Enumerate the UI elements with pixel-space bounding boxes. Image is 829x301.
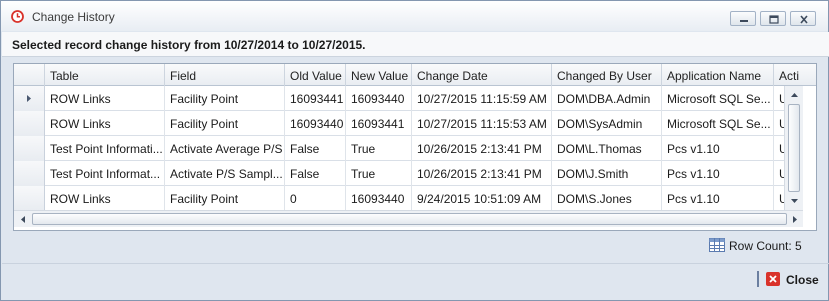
scroll-right-icon[interactable] xyxy=(788,212,802,227)
restore-button[interactable] xyxy=(760,11,786,26)
column-header-action[interactable]: Acti xyxy=(774,64,816,86)
change-history-window: Change History Selected record change hi… xyxy=(0,0,829,301)
close-icon xyxy=(800,15,808,24)
cell-new-value: True xyxy=(346,161,412,186)
column-header-changed-by-user[interactable]: Changed By User xyxy=(552,64,662,86)
vertical-scrollbar[interactable] xyxy=(784,86,803,210)
cell-change-date: 10/26/2015 2:13:41 PM xyxy=(412,161,552,186)
date-range-header: Selected record change history from 10/2… xyxy=(2,32,829,57)
cell-old-value: False xyxy=(285,161,346,186)
vertical-scroll-thumb[interactable] xyxy=(788,104,800,192)
footer-divider xyxy=(2,263,829,264)
row-selector[interactable] xyxy=(14,161,45,186)
table-row[interactable]: ROW Links Facility Point 16093441 160934… xyxy=(14,86,784,111)
column-header-old-value[interactable]: Old Value xyxy=(285,64,346,86)
cell-action: Upc xyxy=(774,136,784,161)
row-selector[interactable] xyxy=(14,186,45,211)
table-row[interactable]: ROW Links Facility Point 16093440 160934… xyxy=(14,111,784,136)
header-selector-cell xyxy=(14,64,45,86)
restore-icon xyxy=(769,15,779,24)
row-selector[interactable] xyxy=(14,86,45,111)
cell-action: Upc xyxy=(774,186,784,211)
cell-field: Activate P/S Sampl... xyxy=(165,161,285,186)
column-header-new-value[interactable]: New Value xyxy=(346,64,412,86)
title-bar: Change History xyxy=(1,1,828,31)
scroll-left-icon[interactable] xyxy=(16,212,30,227)
cell-changed-by-user: DOM\SysAdmin xyxy=(552,111,662,136)
cell-field: Facility Point xyxy=(165,111,285,136)
cell-old-value: 16093441 xyxy=(285,86,346,111)
cell-table: ROW Links xyxy=(45,86,165,111)
cell-changed-by-user: DOM\J.Smith xyxy=(552,161,662,186)
close-button-label: Close xyxy=(786,273,819,287)
cell-application-name: Pcs v1.10 xyxy=(662,136,774,161)
close-x-icon xyxy=(766,272,780,286)
cell-application-name: Microsoft SQL Se... xyxy=(662,86,774,111)
change-history-grid[interactable]: Table Field Old Value New Value Change D… xyxy=(13,63,817,231)
grid-table-icon xyxy=(709,238,725,252)
cell-field: Facility Point xyxy=(165,86,285,111)
cell-change-date: 10/27/2015 11:15:59 AM xyxy=(412,86,552,111)
clock-history-icon xyxy=(11,10,24,23)
table-row[interactable]: Test Point Informat... Activate P/S Samp… xyxy=(14,161,784,186)
window-close-button[interactable] xyxy=(790,11,816,26)
close-button-divider xyxy=(757,271,759,287)
row-selector[interactable] xyxy=(14,111,45,136)
cell-table: Test Point Informat... xyxy=(45,161,165,186)
horizontal-scroll-thumb[interactable] xyxy=(32,213,787,225)
table-row[interactable]: Test Point Informati... Activate Average… xyxy=(14,136,784,161)
cell-change-date: 9/24/2015 10:51:09 AM xyxy=(412,186,552,211)
minimize-button[interactable] xyxy=(730,11,756,26)
cell-table: ROW Links xyxy=(45,186,165,211)
cell-change-date: 10/27/2015 11:15:53 AM xyxy=(412,111,552,136)
column-header-change-date[interactable]: Change Date xyxy=(412,64,552,86)
cell-old-value: False xyxy=(285,136,346,161)
cell-new-value: 16093440 xyxy=(346,186,412,211)
scroll-up-icon[interactable] xyxy=(785,88,804,102)
close-button[interactable]: Close xyxy=(757,269,819,291)
cell-changed-by-user: DOM\S.Jones xyxy=(552,186,662,211)
column-header-table[interactable]: Table xyxy=(45,64,165,86)
date-range-text: Selected record change history from 10/2… xyxy=(12,38,366,52)
column-header-application-name[interactable]: Application Name xyxy=(662,64,774,86)
cell-new-value: 16093440 xyxy=(346,86,412,111)
cell-field: Facility Point xyxy=(165,186,285,211)
cell-application-name: Pcs v1.10 xyxy=(662,161,774,186)
cell-new-value: 16093441 xyxy=(346,111,412,136)
row-pointer-icon xyxy=(27,95,31,102)
column-header-field[interactable]: Field xyxy=(165,64,285,86)
cell-action: Upc xyxy=(774,111,784,136)
cell-changed-by-user: DOM\L.Thomas xyxy=(552,136,662,161)
cell-application-name: Pcs v1.10 xyxy=(662,186,774,211)
table-row[interactable]: ROW Links Facility Point 0 16093440 9/24… xyxy=(14,186,784,211)
grid-header: Table Field Old Value New Value Change D… xyxy=(14,64,816,86)
cell-old-value: 0 xyxy=(285,186,346,211)
cell-old-value: 16093440 xyxy=(285,111,346,136)
cell-changed-by-user: DOM\DBA.Admin xyxy=(552,86,662,111)
window-title: Change History xyxy=(32,10,115,24)
horizontal-scrollbar[interactable] xyxy=(14,210,803,227)
minimize-icon xyxy=(740,20,748,22)
cell-table: ROW Links xyxy=(45,111,165,136)
cell-new-value: True xyxy=(346,136,412,161)
row-selector[interactable] xyxy=(14,136,45,161)
cell-action: Upc xyxy=(774,86,784,111)
cell-change-date: 10/26/2015 2:13:41 PM xyxy=(412,136,552,161)
cell-action: Upc xyxy=(774,161,784,186)
cell-table: Test Point Informati... xyxy=(45,136,165,161)
cell-application-name: Microsoft SQL Se... xyxy=(662,111,774,136)
cell-field: Activate Average P/S xyxy=(165,136,285,161)
row-count-text: Row Count: 5 xyxy=(729,239,802,253)
scroll-down-icon[interactable] xyxy=(785,194,804,208)
